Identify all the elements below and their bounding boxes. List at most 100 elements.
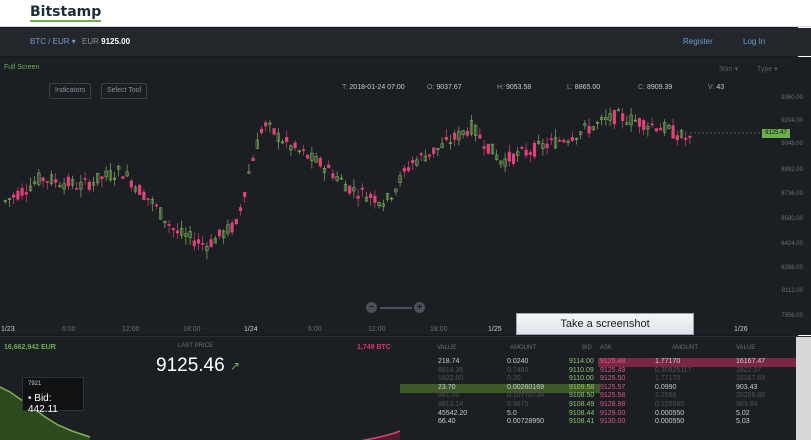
arrow-up-right-icon: ↗	[230, 359, 241, 373]
candle-down	[318, 158, 322, 167]
y-tick-label: 9360.00	[781, 95, 803, 101]
candle-down	[432, 147, 436, 154]
orderbook-cell-avalue: 963.84	[736, 401, 758, 408]
candle-down	[100, 176, 104, 180]
pair-price: EUR 9125.00	[82, 37, 130, 46]
price-currency: EUR	[82, 37, 99, 46]
orderbook-cell-bvalue: 981.00	[438, 392, 460, 400]
login-link[interactable]: Log In	[743, 37, 765, 46]
candle-down	[373, 195, 377, 203]
orderbook-cell-bvalue: 8813.14	[438, 401, 464, 408]
orderbook-cell-bamount: 0.20	[507, 375, 521, 383]
orderbook-cell-bamount: 0.00728950	[507, 418, 544, 426]
y-tick-label: 8424.00	[781, 241, 803, 247]
orderbook-cell-bid: 9108.50	[569, 392, 595, 400]
candle-down	[570, 137, 574, 141]
ohlc-c-label: C:	[638, 84, 645, 91]
ohlc-c-value: 8909.39	[646, 84, 673, 91]
orderbook-cell-avalue: 903.43	[736, 383, 758, 391]
ohlc-close: C: 8909.39	[638, 84, 672, 91]
candle-down	[285, 137, 289, 142]
orderbook-cell-avalue: 20206.86	[736, 392, 766, 400]
candle-down	[24, 192, 28, 195]
ohlc-volume: V: 43	[708, 84, 724, 91]
indicators-button[interactable]: Indicators	[49, 83, 92, 99]
candle-down	[217, 229, 222, 237]
y-tick-label: 9048.00	[781, 141, 803, 147]
ohlc-high: H: 9053.58	[497, 84, 531, 91]
candle-down	[238, 207, 243, 212]
orderbook-cell-aamount: 0.30925117	[655, 366, 692, 374]
orderbook-cell-bamount: 0.10770738	[507, 392, 544, 400]
candle-down	[138, 185, 142, 195]
header-ask-amount: AMOUNT	[672, 345, 698, 351]
orderbook-cell-bid: 9108.44	[569, 409, 595, 417]
pair-selector[interactable]: BTC / EUR ▾	[30, 37, 76, 46]
y-tick-label: 8268.00	[781, 265, 803, 271]
chart-type-selector[interactable]: Type ▾	[757, 65, 778, 73]
x-tick-label: 12:00	[368, 326, 386, 333]
candle-down	[234, 218, 238, 225]
zoom-slider[interactable]	[380, 307, 412, 309]
current-price-tag: 9125.47	[762, 129, 790, 138]
zoom-in-button[interactable]: +	[414, 302, 425, 313]
ohlc-t-value: 2018-01-24 07:00	[349, 84, 405, 91]
orderbook-cell-bvalue: 6814.35	[438, 366, 464, 374]
ohlc-low: L: 8865.00	[567, 84, 600, 91]
orderbook-cell-bvalue: 218.74	[438, 358, 460, 365]
candle-down	[171, 228, 175, 231]
orderbook-cell-ask: 9125.49	[600, 366, 626, 374]
orderbook-cell-bid: 9109.58	[569, 383, 595, 391]
candle-down	[427, 154, 432, 157]
interval-selector[interactable]: 30m ▾	[719, 65, 738, 73]
candle-down	[243, 192, 247, 197]
candle-down	[83, 178, 87, 180]
ohlc-o-label: O:	[427, 84, 435, 91]
candle-down	[675, 135, 679, 141]
candle-down	[293, 142, 297, 149]
candle-down	[327, 164, 331, 169]
price-chart[interactable]: Full Screen Indicators Select Tool 30m ▾…	[0, 57, 811, 335]
last-price-label: LAST PRICE	[178, 343, 213, 349]
x-tick-label: 12:00	[122, 326, 140, 333]
candle-down	[142, 191, 146, 200]
x-tick-label: 6:00	[62, 326, 76, 333]
orderbook-cell-bvalue: 45542.20	[438, 409, 468, 417]
candle-down	[192, 240, 196, 247]
candle-down	[45, 181, 49, 183]
candle-down	[532, 142, 537, 157]
panel-scrollbar[interactable]	[796, 337, 811, 440]
interval-label: 30m	[719, 66, 733, 73]
orderbook-cell-ask: 9129.00	[600, 409, 626, 417]
candle-down	[66, 176, 70, 187]
candle-down	[482, 146, 486, 149]
candle-down	[621, 113, 625, 122]
register-link[interactable]: Register	[683, 37, 713, 46]
header-ask-value: VALUE	[736, 345, 756, 351]
candle-down	[230, 222, 234, 233]
candle-down	[20, 187, 24, 196]
x-tick-label: 1/24	[244, 326, 258, 333]
orderbook-cell-aamount: 2.2566	[655, 392, 677, 400]
orderbook-cell-ask: 9125.57	[600, 383, 626, 391]
orderbook-cell-bid: 9110.09	[569, 366, 594, 374]
orderbook-cell-bid: 9108.49	[569, 401, 595, 408]
ohlc-h-value: 9053.58	[505, 84, 532, 91]
fullscreen-button[interactable]: Full Screen	[4, 64, 39, 71]
orderbook-cell-bamount: 5.0	[507, 409, 517, 417]
candle-down	[558, 140, 562, 142]
y-tick-label: 8736.00	[781, 191, 803, 197]
price-value: 9125.00	[101, 37, 131, 46]
candle-down	[175, 230, 180, 234]
x-tick-label: 1/26	[734, 326, 748, 333]
x-tick-label: 6:00	[308, 326, 322, 333]
candle-down	[54, 179, 58, 183]
orderbook-cell-avalue: 16167.47	[736, 358, 766, 365]
zoom-control: − +	[366, 301, 428, 315]
bitstamp-logo[interactable]: Bitstamp	[30, 4, 102, 22]
take-screenshot-button[interactable]: Take a screenshot	[516, 313, 694, 335]
candle-down	[549, 138, 553, 141]
candle-down	[453, 132, 457, 140]
select-tool-button[interactable]: Select Tool	[101, 83, 148, 99]
zoom-out-button[interactable]: −	[366, 302, 377, 313]
